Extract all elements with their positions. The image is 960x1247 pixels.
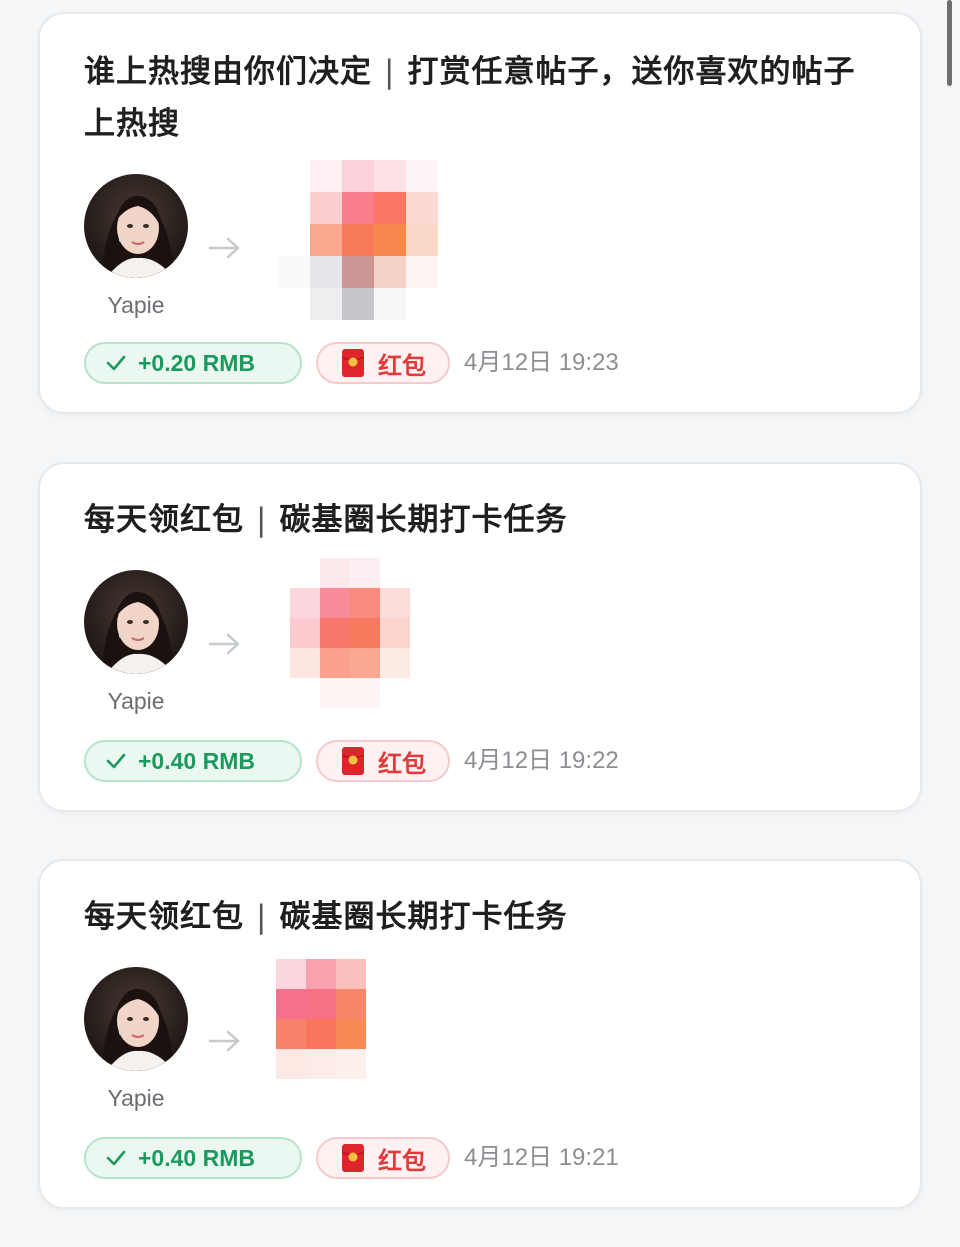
check-icon [106, 355, 126, 371]
amount-value: +0.40 RMB [138, 747, 255, 774]
card-title-sub: 碳基圈长期打卡任务 [279, 899, 568, 935]
card-title-main: 每天领红包 [84, 899, 244, 935]
avatar [84, 174, 188, 278]
recipient-image-blurred[interactable] [278, 160, 438, 320]
arrow-right-icon [208, 1030, 240, 1052]
red-packet-tag[interactable]: 红包 [316, 1137, 450, 1179]
card-title-sub: 碳基圈长期打卡任务 [279, 502, 568, 538]
sender[interactable]: Yapie [84, 174, 190, 319]
red-packet-icon [342, 1144, 364, 1172]
card-title: 谁上热搜由你们决定 | 打赏任意帖子，送你喜欢的帖子上热搜 [84, 46, 870, 150]
title-separator: | [256, 502, 268, 538]
red-packet-icon [342, 349, 364, 377]
title-separator: | [384, 54, 396, 90]
sender-name: Yapie [107, 1085, 165, 1111]
sender[interactable]: Yapie [84, 570, 190, 715]
transaction-card[interactable]: 每天领红包 | 碳基圈长期打卡任务 Yapie +0.40 RMB 红包 4月1… [38, 859, 922, 1209]
red-packet-label: 红包 [378, 1146, 426, 1175]
arrow-right-icon [208, 237, 240, 259]
timestamp: 4月12日 19:21 [464, 1144, 619, 1171]
check-icon [106, 1150, 126, 1166]
red-packet-icon [342, 747, 364, 775]
red-packet-tag[interactable]: 红包 [316, 342, 450, 384]
sender-name: Yapie [107, 688, 165, 714]
amount-tag: +0.20 RMB [84, 342, 302, 384]
card-title-main: 谁上热搜由你们决定 [84, 54, 372, 90]
transaction-card[interactable]: 谁上热搜由你们决定 | 打赏任意帖子，送你喜欢的帖子上热搜 Yapie +0.2… [38, 12, 922, 414]
amount-value: +0.40 RMB [138, 1144, 255, 1171]
timestamp: 4月12日 19:22 [464, 747, 619, 774]
amount-tag: +0.40 RMB [84, 740, 302, 782]
transaction-card[interactable]: 每天领红包 | 碳基圈长期打卡任务 Yapie +0.40 RMB 红包 4月1… [38, 462, 922, 812]
scrollbar[interactable] [947, 0, 952, 86]
sender[interactable]: Yapie [84, 967, 190, 1112]
avatar [84, 570, 188, 674]
timestamp: 4月12日 19:23 [464, 349, 619, 376]
card-title: 每天领红包 | 碳基圈长期打卡任务 [84, 494, 870, 546]
arrow-right-icon [208, 633, 240, 655]
red-packet-label: 红包 [378, 351, 426, 380]
red-packet-label: 红包 [378, 749, 426, 778]
recipient-image-blurred[interactable] [246, 959, 396, 1109]
amount-tag: +0.40 RMB [84, 1137, 302, 1179]
card-title-main: 每天领红包 [84, 502, 244, 538]
amount-value: +0.20 RMB [138, 349, 255, 376]
red-packet-tag[interactable]: 红包 [316, 740, 450, 782]
card-title: 每天领红包 | 碳基圈长期打卡任务 [84, 891, 870, 943]
avatar [84, 967, 188, 1071]
check-icon [106, 753, 126, 769]
sender-name: Yapie [107, 292, 165, 318]
recipient-image-blurred[interactable] [260, 558, 440, 708]
title-separator: | [256, 899, 268, 935]
